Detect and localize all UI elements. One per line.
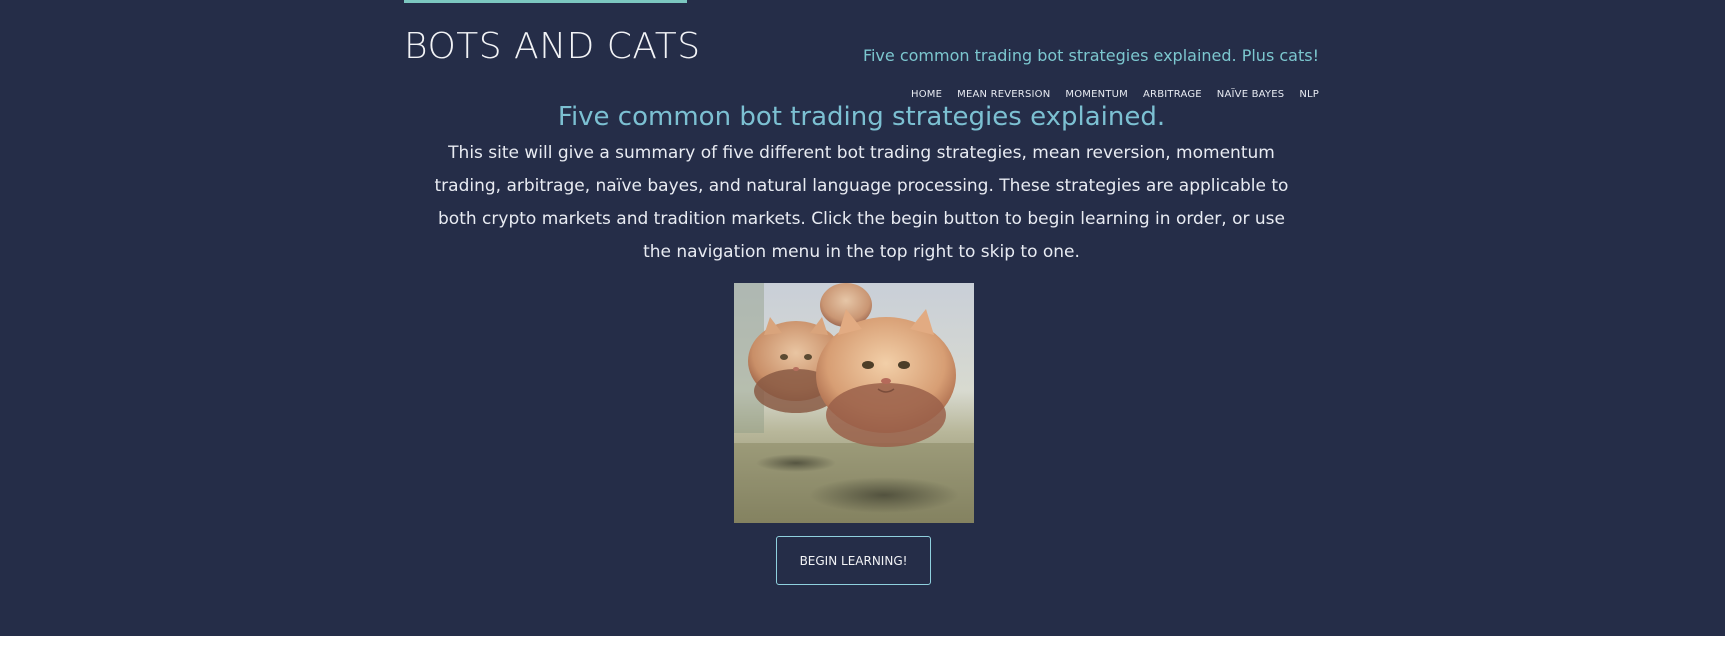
nav-link-nlp[interactable]: NLP <box>1299 89 1319 100</box>
nav-item-nlp: NLP <box>1299 82 1319 101</box>
nav-link-arbitrage[interactable]: ARBITRAGE <box>1143 89 1202 100</box>
page: BOTS AND CATS Five common trading bot st… <box>0 0 1725 636</box>
begin-learning-button[interactable]: BEGIN LEARNING! <box>776 536 931 585</box>
nav-item-naive-bayes: NAÏVE BAYES <box>1217 82 1285 101</box>
main-nav: HOME MEAN REVERSION MOMENTUM ARBITRAGE N… <box>911 82 1319 101</box>
nav-link-momentum[interactable]: MOMENTUM <box>1065 89 1128 100</box>
site-tagline: Five common trading bot strategies expla… <box>862 46 1319 65</box>
nav-link-mean-reversion[interactable]: MEAN REVERSION <box>957 89 1050 100</box>
nav-item-mean-reversion: MEAN REVERSION <box>957 82 1050 101</box>
logo-accent-bar <box>404 0 687 3</box>
nav-item-arbitrage: ARBITRAGE <box>1143 82 1202 101</box>
nav-item-momentum: MOMENTUM <box>1065 82 1128 101</box>
hero-heading: Five common bot trading strategies expla… <box>557 102 1166 132</box>
nav-link-home[interactable]: HOME <box>911 89 942 100</box>
site-title[interactable]: BOTS AND CATS <box>404 26 701 67</box>
flying-cats-illustration <box>734 283 974 523</box>
nav-link-naive-bayes[interactable]: NAÏVE BAYES <box>1217 89 1285 100</box>
flying-cats-image <box>734 283 974 523</box>
content-container: BOTS AND CATS Five common trading bot st… <box>404 0 1319 636</box>
nav-item-home: HOME <box>911 82 942 101</box>
intro-paragraph: This site will give a summary of five di… <box>434 143 1289 262</box>
